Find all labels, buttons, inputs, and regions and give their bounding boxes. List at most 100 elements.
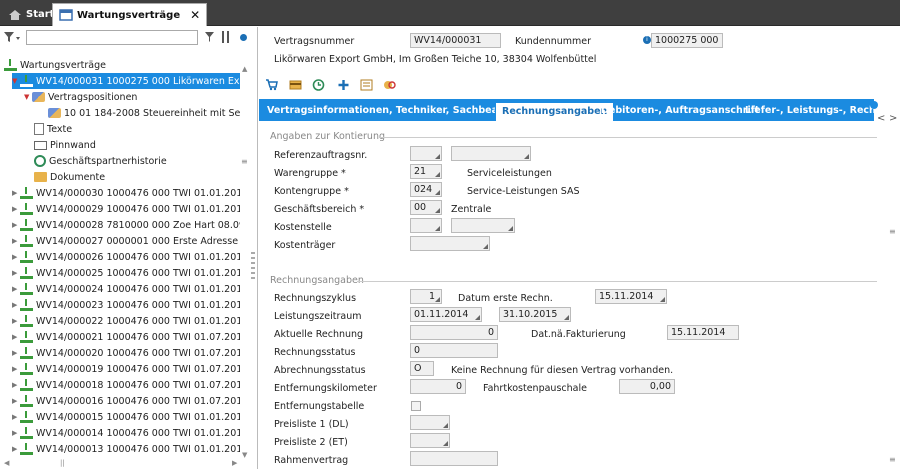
tree-item-dokumente[interactable]: Dokumente — [34, 169, 105, 185]
scroll-grip-icon[interactable]: ≡ — [241, 157, 248, 166]
window-icon — [59, 9, 73, 21]
tree-item-label: Dokumente — [50, 171, 106, 183]
tree-item-label: WV14/000016 1000476 000 TWI 01.07.2014 — [36, 395, 240, 407]
kostenstelle-field[interactable] — [451, 218, 515, 233]
scroll-right-icon[interactable]: ▶ — [232, 459, 237, 467]
tree-item-contract[interactable]: ▶ WV14/000013 1000476 000 TWI 01.01.2014 — [12, 441, 240, 457]
tree-item-pinnwand[interactable]: Pinnwand — [34, 137, 96, 153]
tree-item-contract[interactable]: ▶ WV14/000029 1000476 000 TWI 01.01.2014 — [12, 201, 240, 217]
expand-arrow-icon[interactable]: ▶ — [12, 317, 20, 325]
panel-resize-handle[interactable] — [251, 252, 255, 282]
tree-item-contract[interactable]: ▶ WV14/000030 1000476 000 TWI 01.01.2014 — [12, 185, 240, 201]
expand-arrow-icon[interactable]: ▶ — [12, 445, 20, 453]
tree-item-contract[interactable]: ▶ WV14/000016 1000476 000 TWI 01.07.2014 — [12, 393, 240, 409]
filter-input[interactable] — [26, 30, 198, 45]
fahrtkostenpauschale-field[interactable]: 0,00 — [619, 379, 675, 394]
rechnungsstatus-field[interactable]: 0 — [410, 343, 498, 358]
expand-arrow-icon[interactable]: ▶ — [12, 189, 20, 197]
tree-item-contract[interactable]: ▶ WV14/000014 1000476 000 TWI 01.01.2014 — [12, 425, 240, 441]
aktuelle-rechnung-field[interactable]: 0 — [410, 325, 498, 340]
expand-arrow-icon[interactable]: ▶ — [12, 397, 20, 405]
expand-arrow-icon[interactable]: ▼ — [24, 93, 32, 101]
expand-arrow-icon[interactable]: ▶ — [12, 253, 20, 261]
leistungszeitraum-von-field[interactable]: 01.11.2014 — [410, 307, 482, 322]
tree-item-texte[interactable]: Texte — [34, 121, 72, 137]
payment-icon[interactable] — [289, 79, 302, 91]
scroll-grip-icon[interactable]: || — [60, 459, 65, 467]
tree-item-contract[interactable]: ▶ WV14/000024 1000476 000 TWI 01.01.2014 — [12, 281, 240, 297]
expand-arrow-icon[interactable]: ▶ — [12, 285, 20, 293]
tree-item-contract[interactable]: ▶ WV14/000025 1000476 000 TWI 01.01.2014 — [12, 265, 240, 281]
tree-item-contract[interactable]: ▶ WV14/000018 1000476 000 TWI 01.07.2014 — [12, 377, 240, 393]
vertragsnummer-field[interactable]: WV14/000031 — [410, 33, 501, 48]
tab-scroll-left-icon[interactable]: < — [877, 113, 885, 124]
tree-item-historie[interactable]: Geschäftspartnerhistorie — [34, 153, 167, 169]
expand-arrow-icon[interactable]: ▶ — [12, 429, 20, 437]
geschaeftsbereich-select[interactable]: 00 — [410, 200, 442, 215]
kostenstelle-type-select[interactable] — [410, 218, 442, 233]
expand-arrow-icon[interactable]: ▶ — [12, 301, 20, 309]
expand-arrow-icon[interactable]: ▶ — [12, 237, 20, 245]
tree-item-contract[interactable]: ▶ WV14/000023 1000476 000 TWI 01.01.2014 — [12, 297, 240, 313]
tree-item-contract[interactable]: ▶ WV14/000022 1000476 000 TWI 01.01.2014 — [12, 313, 240, 329]
zyklus-field[interactable]: 1 — [410, 289, 442, 304]
tab-scroll-right-icon[interactable]: > — [889, 113, 897, 124]
expand-arrow-icon[interactable]: ▶ — [12, 349, 20, 357]
tree-item-contract[interactable]: ▶ WV14/000028 7810000 000 Zoe Hart 08.09.… — [12, 217, 240, 233]
naechste-fakturierung-field[interactable]: 15.11.2014 — [667, 325, 739, 340]
referenz-type-select[interactable] — [410, 146, 442, 161]
scroll-grip-icon[interactable]: ≡ — [889, 227, 896, 236]
tree-root[interactable]: Wartungsverträge — [4, 57, 106, 73]
tree-item-contract[interactable]: ▶ WV14/000020 1000476 000 TWI 01.07.2014 — [12, 345, 240, 361]
tab-wartungsvertraege-label: Wartungsverträge — [77, 9, 181, 21]
preisliste2-select[interactable] — [410, 433, 450, 448]
leistungszeitraum-bis-field[interactable]: 31.10.2015 — [499, 307, 571, 322]
info-icon[interactable]: i — [643, 36, 651, 44]
tree-item-contract[interactable]: ▶ WV14/000015 1000476 000 TWI 01.01.2014 — [12, 409, 240, 425]
status-dot-icon[interactable] — [240, 34, 247, 41]
preisliste1-select[interactable] — [410, 415, 450, 430]
kundennummer-field[interactable]: 1000275 000 — [651, 33, 723, 48]
expand-arrow-icon[interactable]: ▶ — [12, 381, 20, 389]
add-icon[interactable] — [337, 79, 350, 91]
scroll-down-icon[interactable]: ▼ — [242, 451, 247, 459]
close-icon[interactable]: ✕ — [190, 8, 200, 22]
form-icon[interactable] — [360, 79, 373, 91]
referenz-field[interactable] — [451, 146, 531, 161]
expand-arrow-icon[interactable]: ▶ — [12, 205, 20, 213]
tree-item-selected[interactable]: ▼ WV14/000031 1000275 000 Likörwaren Exp… — [12, 73, 240, 89]
filter-icon[interactable] — [204, 31, 215, 43]
rahmenvertrag-field[interactable] — [410, 451, 498, 466]
scroll-up-icon[interactable]: ▲ — [242, 65, 247, 73]
expand-arrow-icon[interactable]: ▶ — [12, 269, 20, 277]
scroll-left-icon[interactable]: ◀ — [4, 459, 9, 467]
expand-arrow-icon[interactable]: ▶ — [12, 333, 20, 341]
tree-item-positions[interactable]: ▼ Vertragspositionen — [24, 89, 137, 105]
filter-dropdown-icon[interactable] — [3, 31, 21, 44]
entfernungskilometer-field[interactable]: 0 — [410, 379, 466, 394]
scroll-grip-icon[interactable]: ≡ — [889, 455, 896, 464]
warengruppe-select[interactable]: 21 — [410, 164, 442, 179]
tree-item-contract[interactable]: ▶ WV14/000027 0000001 000 Erste Adresse m… — [12, 233, 240, 249]
download-folder-icon — [20, 299, 33, 311]
expand-arrow-icon[interactable]: ▶ — [12, 221, 20, 229]
tab-wartungsvertraege[interactable]: Wartungsverträge ✕ — [52, 3, 208, 26]
kostentraeger-field[interactable] — [410, 236, 490, 251]
download-folder-icon — [20, 427, 33, 439]
section-kontierung-title: Angaben zur Kontierung — [270, 131, 385, 142]
tree-item-contract[interactable]: ▶ WV14/000026 1000476 000 TWI 01.01.2014 — [12, 249, 240, 265]
kontengruppe-select[interactable]: 024 — [410, 182, 442, 197]
tree-item-contract[interactable]: ▶ WV14/000019 1000476 000 TWI 01.07.2014 — [12, 361, 240, 377]
entfernungstabelle-checkbox[interactable] — [411, 401, 421, 411]
datum-erste-field[interactable]: 15.11.2014 — [595, 289, 667, 304]
cart-icon[interactable] — [265, 79, 278, 91]
section-rechnung-title: Rechnungsangaben — [270, 275, 364, 286]
history-icon[interactable] — [312, 79, 325, 91]
expand-arrow-icon[interactable]: ▶ — [12, 413, 20, 421]
expand-arrow-icon[interactable]: ▶ — [12, 365, 20, 373]
tree-item-position[interactable]: 10 01 184-2008 Steuereinheit mit Ser.-N — [48, 105, 240, 121]
expand-arrow-icon[interactable]: ▼ — [12, 77, 20, 85]
abrechnungsstatus-field[interactable]: O — [410, 361, 434, 376]
tree-item-contract[interactable]: ▶ WV14/000021 1000476 000 TWI 01.07.2014 — [12, 329, 240, 345]
preview-icon[interactable] — [383, 79, 396, 91]
